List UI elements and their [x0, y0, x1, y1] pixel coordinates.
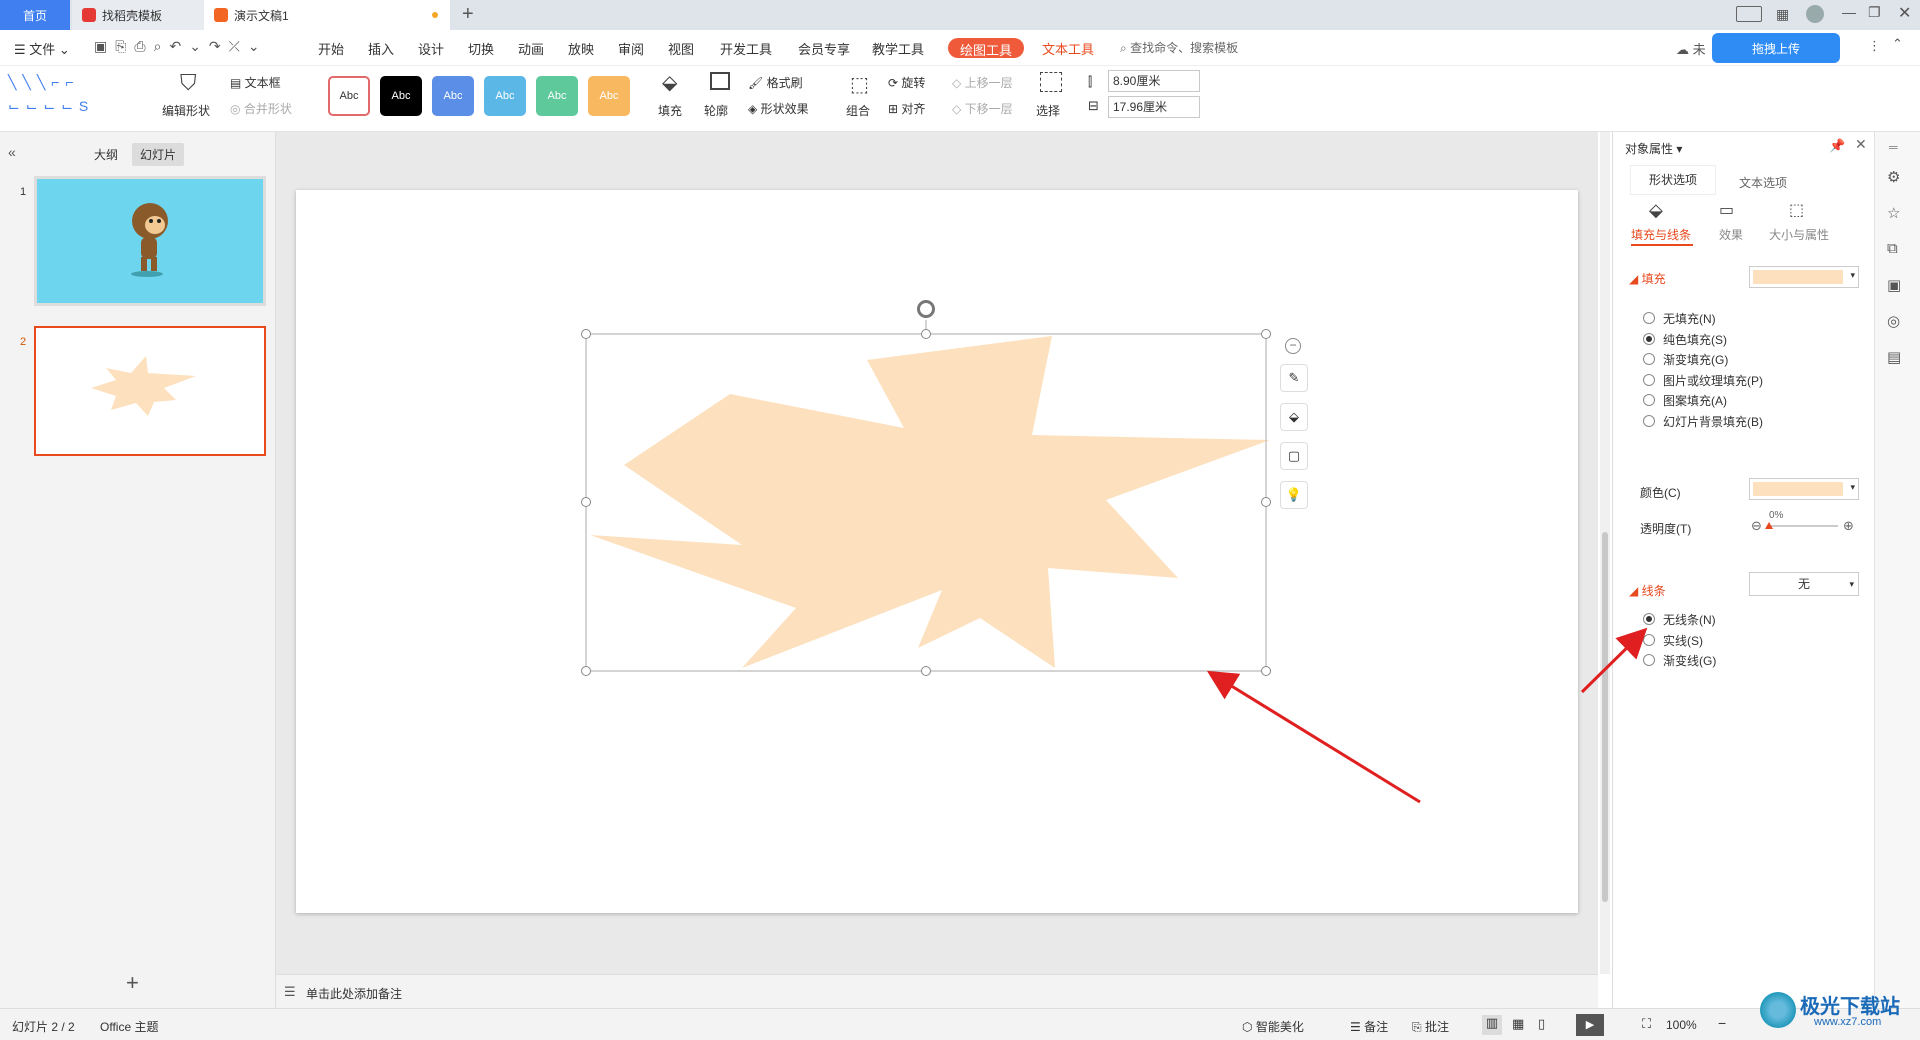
watermark-url: www.xz7.com [1814, 1016, 1882, 1028]
watermark-logo: 极光下载站 www.xz7.com [1760, 984, 1910, 1034]
annotation-arrows [1206, 627, 1648, 804]
arrow-to-shape [1206, 670, 1421, 804]
aurora-logo-icon [1760, 992, 1796, 1028]
watermark-text: 极光下载站 [1800, 996, 1900, 1018]
arrow-to-no-line [1580, 627, 1648, 694]
